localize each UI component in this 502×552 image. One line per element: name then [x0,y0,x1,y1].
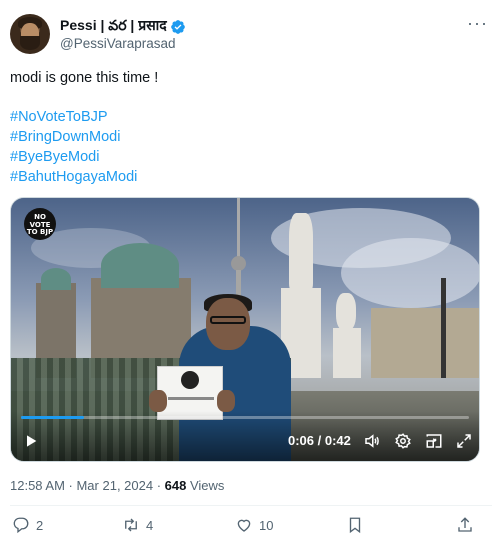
hashtag-link[interactable]: #BringDownModi [10,127,137,147]
fullscreen-icon[interactable] [455,432,473,450]
play-icon[interactable] [23,433,39,449]
hashtag-link[interactable]: #NoVoteToBJP [10,107,137,127]
hashtag-link[interactable]: #BahutHogayaModi [10,167,137,187]
divider [10,505,492,506]
pip-icon[interactable] [425,432,443,450]
like-count: 10 [259,517,274,533]
reply-icon [13,517,29,534]
more-horizontal-icon[interactable]: ··· [467,14,488,32]
author-handle[interactable]: @PessiVaraprasad [60,36,176,51]
tweet-header: Pessi | వర | प्रसाद @PessiVaraprasad ··· [10,14,492,58]
volume-icon[interactable] [363,432,381,450]
verified-badge-icon [170,19,185,34]
display-name[interactable]: Pessi | వర | प्रसाद [60,16,167,37]
reply-count: 2 [36,517,44,533]
views-label: Views [186,478,225,493]
progress-fill [21,416,84,419]
tweet-meta: 12:58 AM · Mar 21, 2024 · 648 Views [10,478,224,493]
timestamp[interactable]: 12:58 AM · Mar 21, 2024 · [10,478,165,493]
like-button[interactable]: 10 [235,516,273,534]
hashtag-list: #NoVoteToBJP #BringDownModi #ByeByeModi … [10,107,137,187]
tweet-body: modi is gone this time ! [10,70,159,86]
repost-icon [125,518,137,532]
video-logo: NO VOTE TO BJP [24,208,56,240]
author-name-row[interactable]: Pessi | వర | प्रसाद [60,16,186,37]
heart-icon [237,519,251,532]
video-player[interactable]: NO VOTE TO BJP 0:06 / 0:42 [10,197,480,462]
action-bar: 2 4 10 [10,516,484,538]
share-button[interactable] [456,516,474,534]
repost-button[interactable]: 4 [122,516,153,534]
repost-count: 4 [146,517,154,533]
avatar[interactable] [10,14,50,54]
reply-button[interactable]: 2 [12,516,43,534]
views-count: 648 [164,478,187,493]
bookmark-icon [349,517,361,534]
settings-icon[interactable] [394,432,412,450]
tweet-text: modi is gone this time ! [10,68,480,88]
hashtag-link[interactable]: #ByeByeModi [10,147,137,167]
bookmark-button[interactable] [346,516,364,534]
video-time: 0:06 / 0:42 [288,433,351,448]
progress-bar[interactable] [21,416,469,419]
share-icon [458,517,472,532]
